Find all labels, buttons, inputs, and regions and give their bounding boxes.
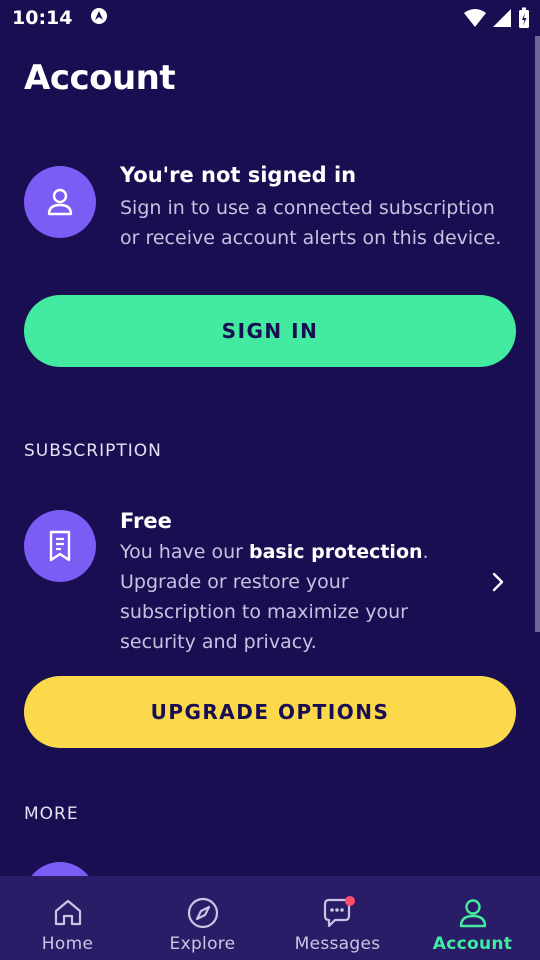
person-icon: [459, 899, 486, 928]
nav-label-account: Account: [432, 934, 513, 954]
status-time: 10:14: [12, 7, 73, 29]
bottom-nav: Home Explore Messages Account: [0, 876, 540, 960]
nav-item-messages[interactable]: Messages: [270, 876, 405, 960]
upgrade-options-button[interactable]: UPGRADE OPTIONS: [24, 676, 516, 748]
battery-icon: [518, 7, 530, 34]
nav-item-explore[interactable]: Explore: [135, 876, 270, 960]
sign-in-button[interactable]: SIGN IN: [24, 295, 516, 367]
home-icon: [54, 899, 81, 926]
compass-icon: [187, 897, 218, 929]
scroll-indicator[interactable]: [535, 36, 540, 632]
nav-item-home[interactable]: Home: [0, 876, 135, 960]
notification-icon: [90, 7, 108, 30]
subscription-description: You have our basic protection. Upgrade o…: [120, 537, 460, 657]
chat-icon: [323, 896, 355, 928]
nav-label-messages: Messages: [294, 934, 381, 954]
signin-status-description: Sign in to use a connected subscription …: [120, 197, 502, 249]
page-title: Account: [24, 58, 176, 98]
nav-label-home: Home: [41, 934, 94, 954]
more-section-label: MORE: [24, 804, 79, 824]
signin-status-title: You're not signed in: [120, 163, 357, 187]
subscription-desc-bold: basic protection: [248, 541, 423, 563]
avatar: [24, 166, 96, 238]
wifi-icon: [464, 8, 486, 33]
subscription-plan: Free: [120, 509, 172, 533]
signal-icon: [492, 8, 512, 33]
chevron-right-icon[interactable]: [488, 569, 508, 595]
subscription-section-label: SUBSCRIPTION: [24, 441, 162, 461]
nav-item-account[interactable]: Account: [405, 876, 540, 960]
subscription-desc-prefix: You have our: [120, 541, 249, 563]
person-icon: [47, 188, 73, 216]
nav-label-explore: Explore: [169, 934, 236, 954]
receipt-icon: [49, 530, 71, 562]
status-bar: 10:14: [0, 0, 540, 36]
subscription-badge: [24, 510, 96, 582]
notification-badge: [344, 896, 355, 906]
